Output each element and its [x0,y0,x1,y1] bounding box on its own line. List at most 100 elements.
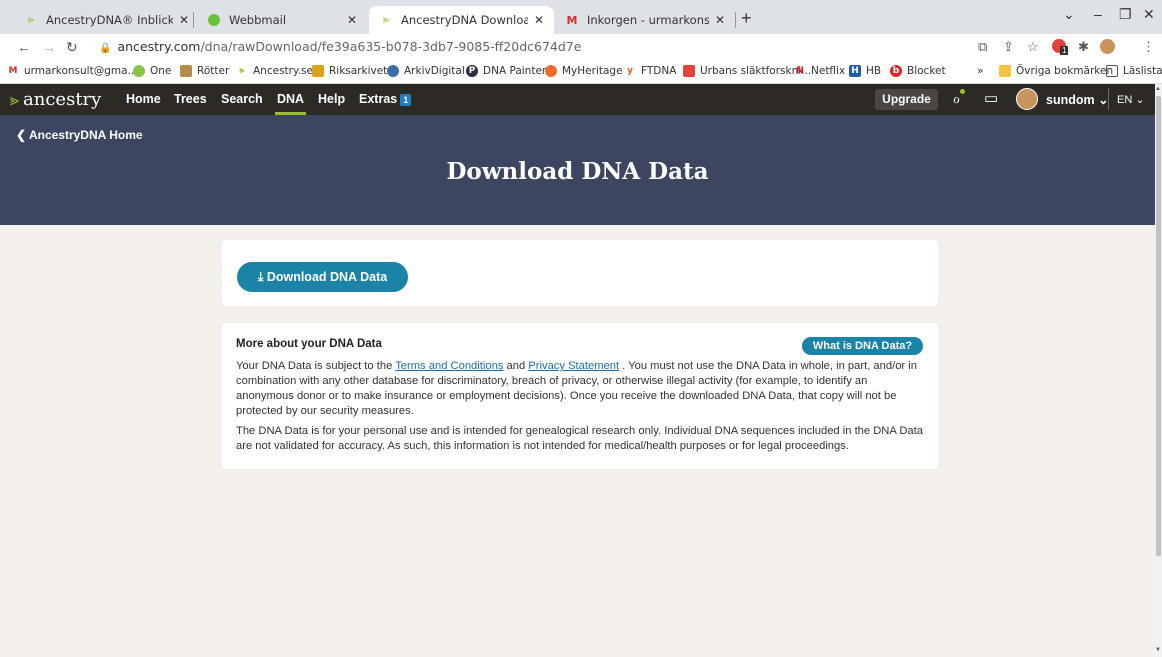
forward-icon[interactable]: → [42,39,56,55]
ancestry-leaf-icon: ⪢ [382,13,390,26]
scrollbar-thumb[interactable] [1156,96,1161,556]
bookmarks-bar: Murmarkonsult@gma... One Rötter ⪢ Ancestr… [0,60,1162,84]
download-card: ⤓ Download DNA Data [222,240,938,306]
lock-icon: 🔒 [99,43,112,54]
new-tab-icon[interactable]: + [741,8,752,29]
rotter-icon [180,65,192,77]
download-dna-data-button[interactable]: ⤓ Download DNA Data [237,262,408,292]
close-icon[interactable]: ✕ [347,13,357,27]
tab-webbmail[interactable]: Webbmail ✕ [197,6,367,34]
close-icon[interactable]: ✕ [715,13,725,27]
bookmark-urbans[interactable]: Urbans släktforskni... [683,65,811,77]
hints-leaf-icon[interactable]: ℴ [953,89,965,107]
ancestry-logo[interactable]: ⪢ ancestry [10,89,101,110]
bookmark-label: Riksarkivet [329,65,388,77]
extension-adblock-icon[interactable]: 1 [1052,39,1069,56]
text: Your DNA Data is subject to the [236,360,396,372]
terms-paragraph: Your DNA Data is subject to the Terms an… [236,359,926,419]
bookmark-riksarkivet[interactable]: Riksarkivet [312,65,387,77]
info-title: More about your DNA Data [236,338,382,350]
bookmark-dna-painter[interactable]: P DNA Painter [466,65,546,77]
download-icon: ⤓ [257,270,267,284]
bookmark-folder-other[interactable]: Övriga bokmärken [999,65,1113,77]
bookmark-label: MyHeritage [562,65,623,77]
bookmark-gmail[interactable]: Murmarkonsult@gma... [7,65,138,77]
close-window-icon[interactable]: ✕ [1143,6,1155,23]
scroll-down-icon[interactable]: ▼ [1155,647,1161,653]
address-bar: ← → ↻ 🔒 ancestry.com/dna/rawDownload/fe39… [0,34,1162,60]
back-icon[interactable]: ← [17,39,31,55]
bookmark-ancestry-se[interactable]: ⪢ Ancestry.se [236,65,313,77]
ancestry-nav: ⪢ ancestry Home Trees Search DNA Help Ext… [0,84,1155,115]
browser-menu-icon[interactable]: ⋮ [1142,39,1155,55]
language-menu[interactable]: EN ⌄ [1117,93,1145,106]
extensions-puzzle-icon[interactable]: ✱ [1078,39,1089,55]
bookmarks-overflow[interactable]: » [977,65,983,77]
gmail-icon: M [566,13,578,27]
bookmark-label: Blocket [907,65,946,77]
bookmark-one[interactable]: One [133,65,171,77]
netflix-icon: N [796,66,804,76]
blocket-icon: b [890,65,902,77]
upgrade-button[interactable]: Upgrade [875,89,938,110]
reload-icon[interactable]: ↻ [66,39,78,56]
back-to-dna-home-link[interactable]: ❮ AncestryDNA Home [16,128,143,142]
messages-icon[interactable]: ▭ [984,89,998,107]
tab-ancestrydna-download[interactable]: ⪢ AncestryDNA Download ✕ [369,6,554,34]
bookmark-myheritage[interactable]: MyHeritage [545,65,623,77]
scroll-up-icon[interactable]: ▲ [1155,86,1161,92]
scrollbar[interactable]: ▲ ▼ [1155,84,1162,657]
translate-icon[interactable]: ⧉ [978,39,987,55]
bookmark-netflix[interactable]: N Netflix [794,65,845,77]
page-title: Download DNA Data [446,158,709,185]
chevron-left-icon: ❮ [16,128,29,142]
bookmark-rotter[interactable]: Rötter [180,65,229,77]
ftdna-icon: y [627,66,633,76]
terms-link[interactable]: Terms and Conditions [395,360,503,372]
nav-extras[interactable]: Extras 1 [359,92,412,106]
bookmark-label: DNA Painter [483,65,547,77]
user-menu[interactable]: sundom ⌄ [1046,92,1109,107]
bookmark-label: Netflix [811,65,846,77]
bookmark-label: Läslista [1123,65,1162,77]
close-icon[interactable]: ✕ [179,13,189,27]
reading-list[interactable]: Läslista [1106,65,1162,77]
minimize-icon[interactable]: – [1094,6,1102,22]
bookmark-blocket[interactable]: b Blocket [890,65,946,77]
url-field[interactable]: 🔒 ancestry.com/dna/rawDownload/fe39a635-b… [99,39,581,54]
browser-tab-bar: ⪢ AncestryDNA® Inblick ✕ Webbmail ✕ ⪢ An… [0,0,1162,34]
dna-painter-icon: P [466,65,478,77]
bookmark-star-icon[interactable]: ☆ [1027,39,1039,55]
bookmark-arkivdigital[interactable]: ArkivDigital [387,65,465,77]
privacy-link[interactable]: Privacy Statement [528,360,619,372]
text: and [503,360,529,372]
avatar[interactable] [1016,88,1038,110]
restore-icon[interactable]: ❐ [1119,6,1132,23]
bookmark-ftdna[interactable]: y FTDNA [624,65,676,77]
map-pin-icon [683,65,695,77]
one-icon [133,65,145,77]
nav-trees[interactable]: Trees [174,92,207,106]
what-is-dna-data-button[interactable]: What is DNA Data? [802,337,923,355]
ancestry-leaf-icon: ⪢ [10,89,20,109]
nav-search[interactable]: Search [221,92,263,106]
tab-search-chevron-icon[interactable]: ⌄ [1063,6,1075,23]
nav-help[interactable]: Help [318,92,345,106]
bookmark-hb[interactable]: H HB [849,65,881,77]
folder-icon [999,65,1011,77]
tab-separator [735,12,736,28]
bookmark-label: One [150,65,172,77]
logo-text: ancestry [23,89,102,110]
url-path: /dna/rawDownload/fe39a635-b078-3db7-9085… [200,39,582,54]
tab-title: AncestryDNA® Inblick [46,13,173,27]
bookmark-label: Övriga bokmärken [1016,65,1114,77]
tab-gmail-inbox[interactable]: M Inkorgen - urmarkonsult@gmail. ✕ [555,6,735,34]
dna-info-card: More about your DNA Data What is DNA Dat… [222,323,938,469]
share-icon[interactable]: ⇪ [1003,39,1014,55]
close-icon[interactable]: ✕ [534,13,544,27]
nav-home[interactable]: Home [126,92,161,106]
profile-avatar-icon[interactable] [1100,39,1115,57]
tab-title: Webbmail [229,13,287,27]
nav-dna[interactable]: DNA [274,92,307,115]
tab-ancestrydna-inblick[interactable]: ⪢ AncestryDNA® Inblick ✕ [14,6,199,34]
